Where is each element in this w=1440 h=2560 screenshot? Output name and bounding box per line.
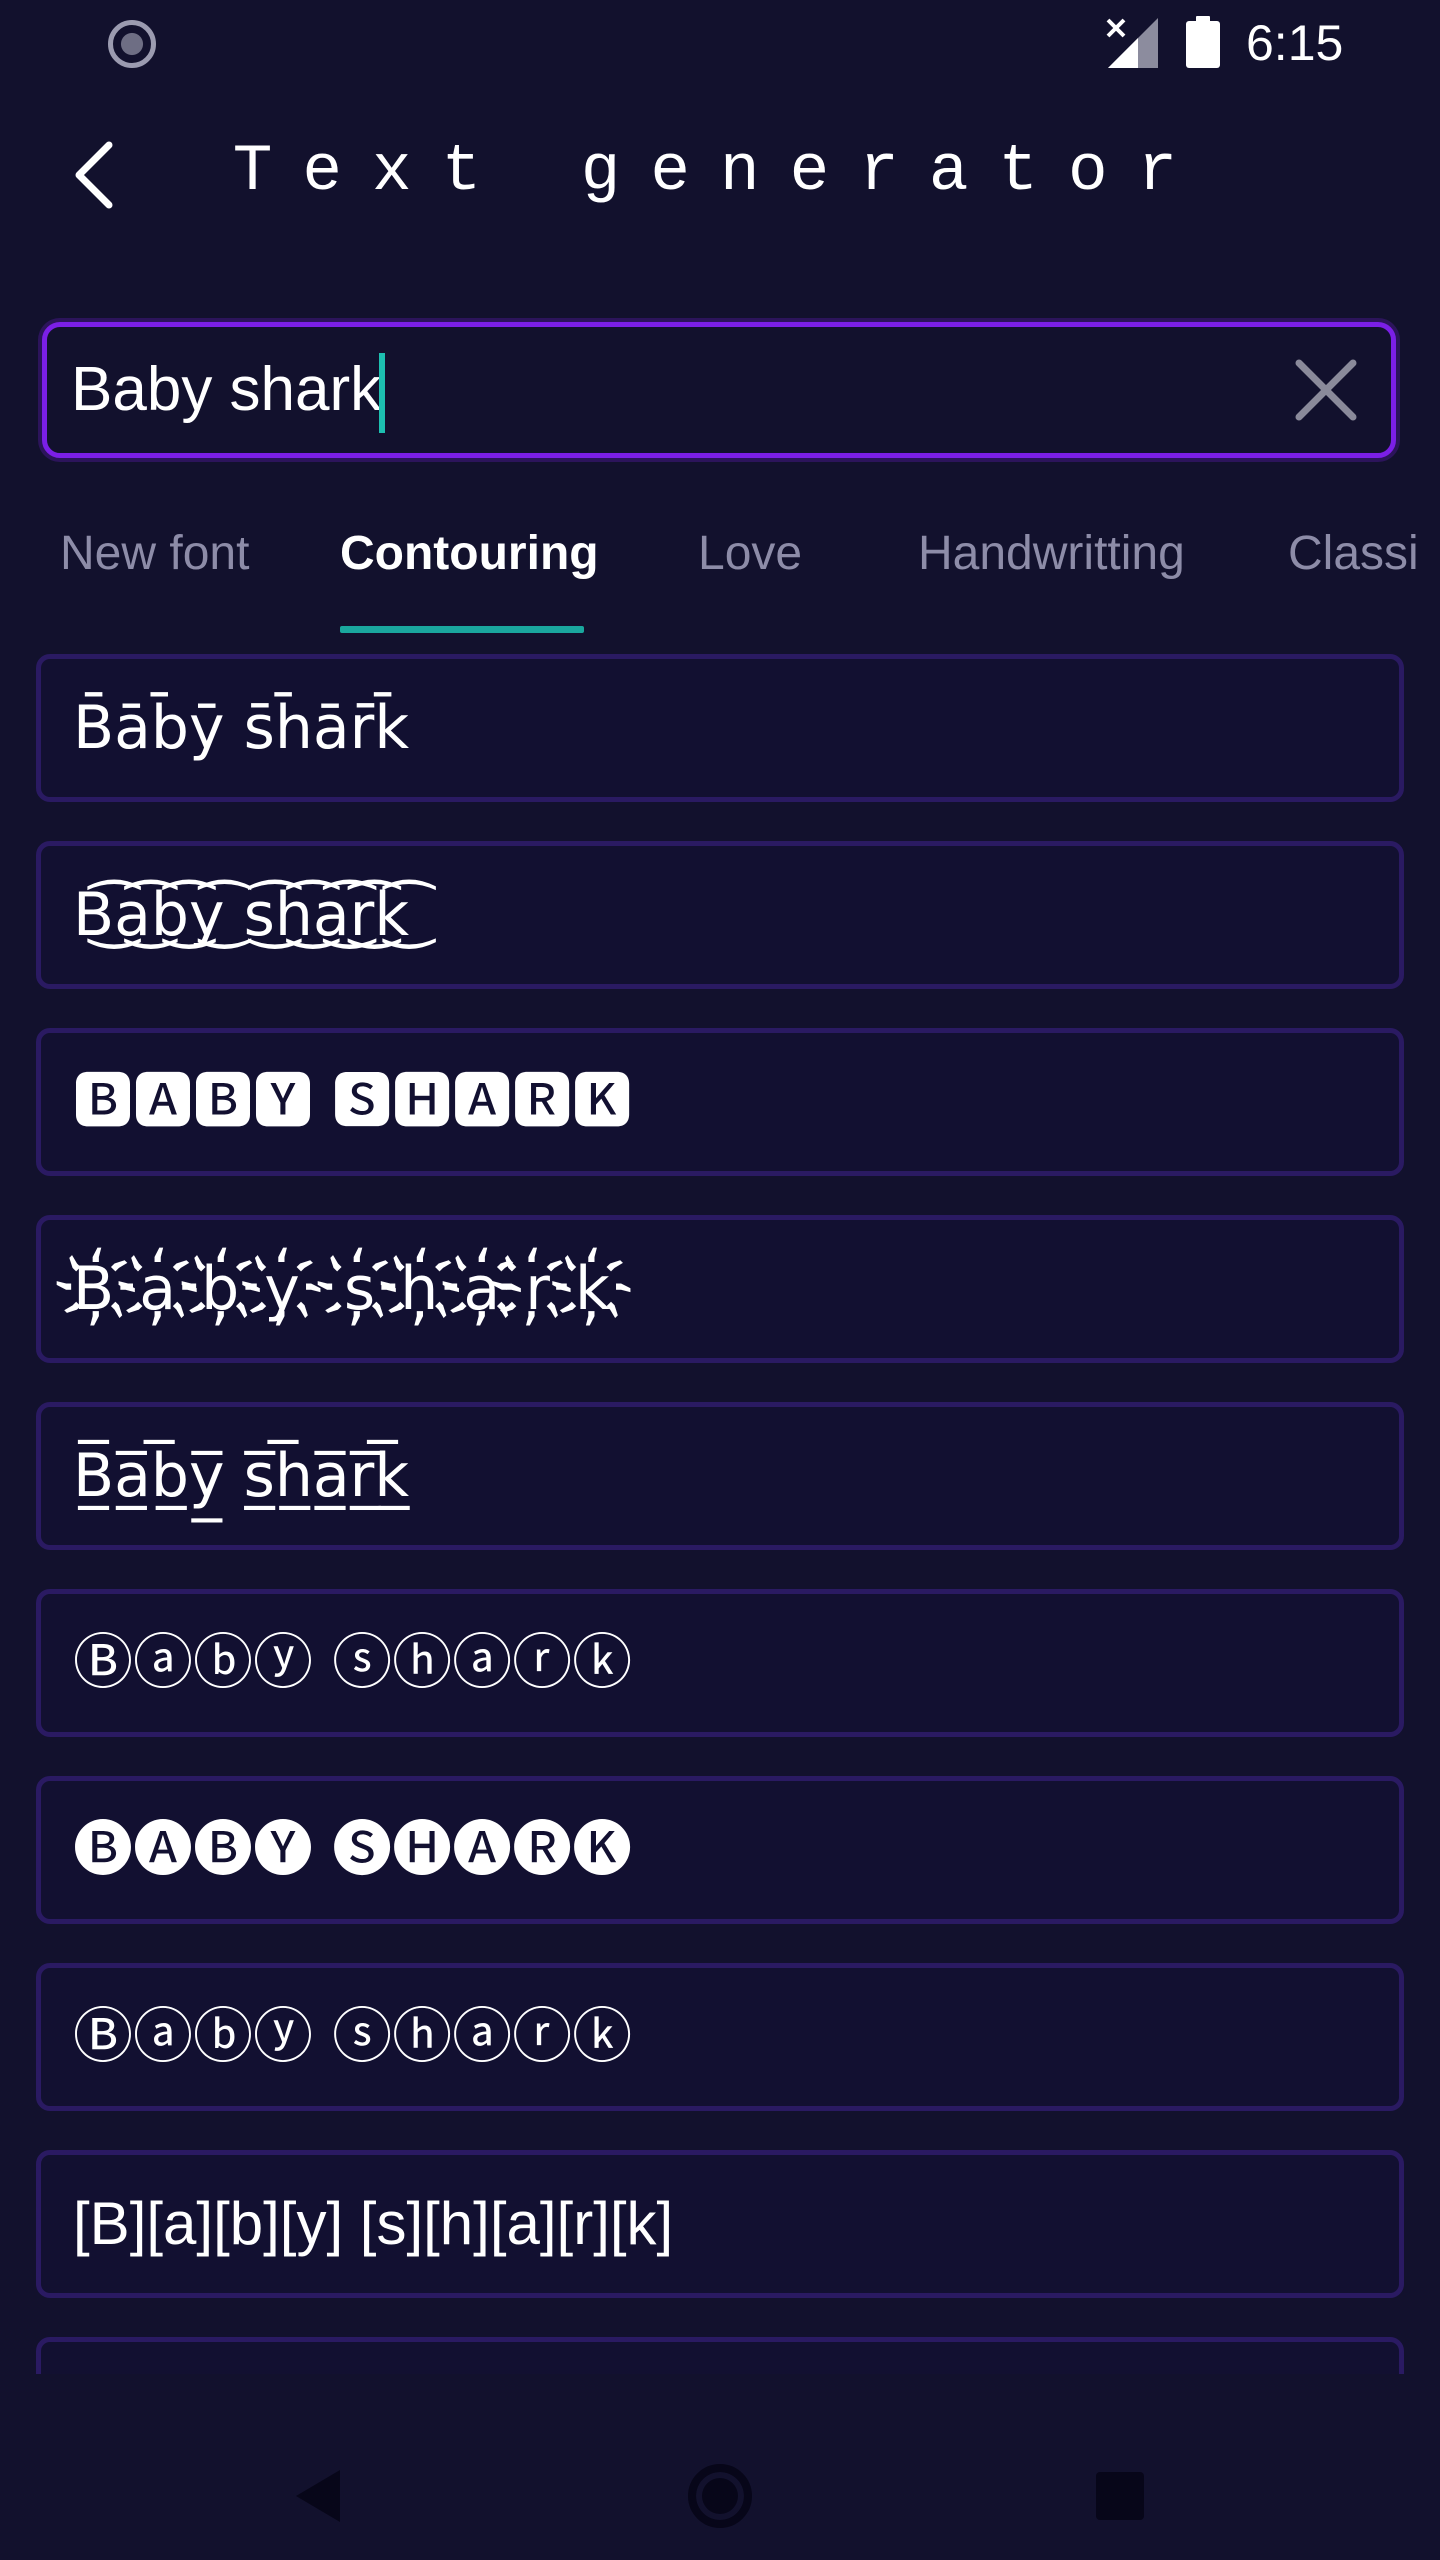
navigation-bar [0,2380,1440,2560]
search-field[interactable] [42,322,1396,458]
search-input[interactable] [71,327,1231,453]
category-tabs: New font Contouring Love Handwritting Cl… [0,500,1440,636]
results-list: B̄āb̄ȳ s̄h̄ār̄k̄ B͜͡a͜͡b͜͡y͜͡ s͜͡h͜͡a͜͡r… [36,654,1404,2374]
result-text: Ⓑⓐⓑⓨ ⓢⓗⓐⓡⓚ [73,2002,633,2072]
signal-off-icon [1106,18,1158,68]
list-item[interactable]: Ⓑⓐⓑⓨ ⓢⓗⓐⓡⓚ [36,1963,1404,2111]
result-text: B̲̅a̲̅b̲̅y̲̅ s̲̅h̲̅a̲̅r̲̅k̲̅ [73,1441,410,1511]
list-item[interactable]: [B][a][b][y] [s][h][a][r][k] [36,2150,1404,2298]
result-text: 🅱🅰🅱🆈 🆂🅷🅰🆁🅺 [73,1067,633,1137]
result-text: Ⓑⓐⓑⓨ ⓢⓗⓐⓡⓚ [73,1628,633,1698]
sync-icon [108,20,156,68]
tab-contouring[interactable]: Contouring [340,524,599,604]
list-item[interactable]: 🅑🅐🅑🅨 🅢🅗🅐🅡🅚 [36,1776,1404,1924]
nav-home-icon[interactable] [688,2464,752,2528]
list-item[interactable]: B͜͡a͜͡b͜͡y͜͡ s͜͡h͜͡a͜͡r͜͡k͜͡ [36,841,1404,989]
tab-love[interactable]: Love [698,524,802,604]
list-item[interactable]: 🅱🅰🅱🆈 🆂🅷🅰🆁🅺 [36,1028,1404,1176]
page-title: Text generator [232,134,1208,209]
result-text: B̄āb̄ȳ s̄h̄ār̄k̄ [73,693,410,763]
clear-button[interactable] [1289,353,1363,427]
text-caret [379,353,385,433]
status-bar: 6:15 [0,0,1440,86]
list-item[interactable] [36,2337,1404,2374]
result-text: B҉a҉b҉y҉ s҉h҉a҉r҉k҉ [73,1254,635,1324]
battery-icon [1186,16,1220,68]
list-item[interactable]: Ⓑⓐⓑⓨ ⓢⓗⓐⓡⓚ [36,1589,1404,1737]
close-icon [1295,359,1357,421]
status-time: 6:15 [1246,15,1344,71]
tab-new-font[interactable]: New font [60,524,249,604]
result-text: 🅑🅐🅑🅨 🅢🅗🅐🅡🅚 [73,1815,633,1885]
result-text: [B][a][b][y] [s][h][a][r][k] [73,2190,674,2257]
result-text: B͜͡a͜͡b͜͡y͜͡ s͜͡h͜͡a͜͡r͜͡k͜͡ [73,880,410,950]
nav-back-icon[interactable] [296,2470,340,2522]
app-bar: Text generator [0,100,1440,250]
tab-indicator [340,626,584,633]
nav-recents-icon[interactable] [1096,2472,1144,2520]
tab-classic[interactable]: Classi [1288,524,1419,604]
list-item[interactable]: B̄āb̄ȳ s̄h̄ār̄k̄ [36,654,1404,802]
list-item[interactable]: B҉a҉b҉y҉ s҉h҉a҉r҉k҉ [36,1215,1404,1363]
list-item[interactable]: B̲̅a̲̅b̲̅y̲̅ s̲̅h̲̅a̲̅r̲̅k̲̅ [36,1402,1404,1550]
tab-handwritting[interactable]: Handwritting [918,524,1185,604]
